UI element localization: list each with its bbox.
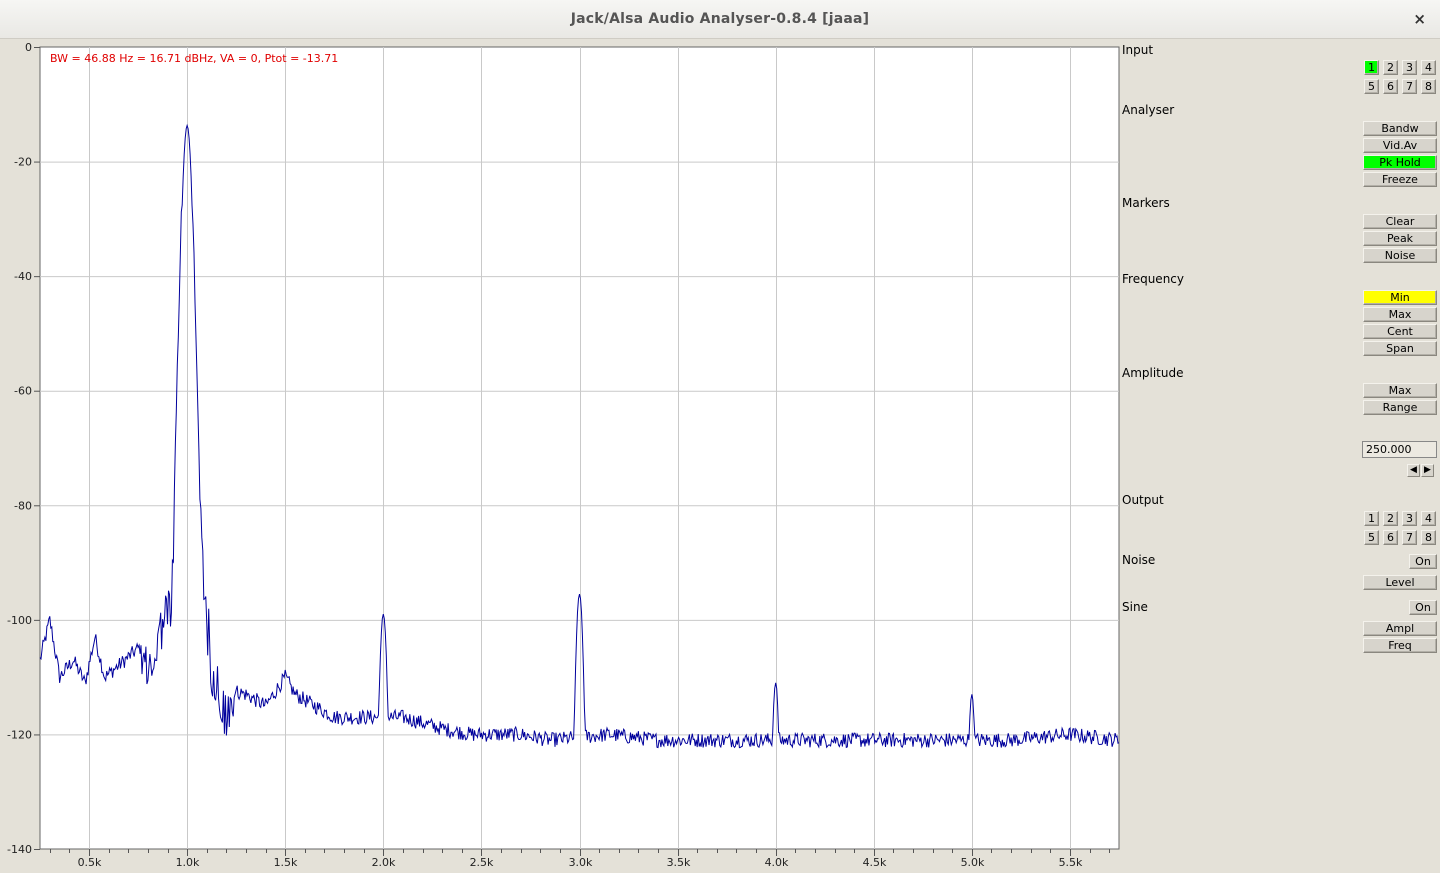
section-frequency: Frequency <box>1122 272 1184 286</box>
y-tick-label: -40 <box>14 270 32 283</box>
input-channel-1-button[interactable]: 1 <box>1364 60 1379 75</box>
x-tick-label: 0.5k <box>78 856 102 869</box>
output-channel-3-button[interactable]: 3 <box>1402 511 1417 526</box>
y-tick-label: 0 <box>25 41 32 54</box>
output-channel-1-button[interactable]: 1 <box>1364 511 1379 526</box>
output-channel-8-button[interactable]: 8 <box>1421 530 1436 545</box>
input-channel-3-button[interactable]: 3 <box>1402 60 1417 75</box>
amp-max-button[interactable]: Max <box>1363 383 1437 398</box>
title-bar: Jack/Alsa Audio Analyser-0.8.4 [jaaa] × <box>0 0 1440 39</box>
x-tick-label: 3.5k <box>667 856 691 869</box>
input-channel-8-button[interactable]: 8 <box>1421 79 1436 94</box>
window-title: Jack/Alsa Audio Analyser-0.8.4 [jaaa] <box>570 11 870 27</box>
plot-area[interactable] <box>39 46 1120 850</box>
y-tick-label: -140 <box>7 843 32 856</box>
amp-range-button[interactable]: Range <box>1363 400 1437 415</box>
value-field[interactable]: 250.000 <box>1362 441 1437 458</box>
sine-ampl-button[interactable]: Ampl <box>1363 621 1437 636</box>
section-output: Output <box>1122 493 1164 507</box>
output-channel-2-button[interactable]: 2 <box>1383 511 1398 526</box>
input-channel-7-button[interactable]: 7 <box>1402 79 1417 94</box>
output-channel-6-button[interactable]: 6 <box>1383 530 1398 545</box>
x-tick-label: 1.0k <box>176 856 200 869</box>
marker-noise-button[interactable]: Noise <box>1363 248 1437 263</box>
arrow-left-icon[interactable]: ◀ <box>1407 464 1420 477</box>
output-channel-5-button[interactable]: 5 <box>1364 530 1379 545</box>
y-axis: 0 -20 -40 -60 -80 -100 -120 -140 <box>7 41 40 856</box>
close-icon[interactable]: × <box>1413 10 1426 28</box>
sine-freq-button[interactable]: Freq <box>1363 638 1437 653</box>
x-axis: 0.5k 1.0k 1.5k 2.0k 2.5k 3.0k 3.5k 4.0k 4.5k 5.0k… <box>50 849 1110 869</box>
y-tick-label: -120 <box>7 728 32 741</box>
input-channel-2-button[interactable]: 2 <box>1383 60 1398 75</box>
section-sine: Sine <box>1122 600 1148 614</box>
output-channel-4-button[interactable]: 4 <box>1421 511 1436 526</box>
y-tick-label: -60 <box>14 385 32 398</box>
x-tick-label: 1.5k <box>274 856 298 869</box>
freq-min-button[interactable]: Min <box>1363 290 1437 305</box>
output-channel-7-button[interactable]: 7 <box>1402 530 1417 545</box>
arrow-right-icon[interactable]: ▶ <box>1421 464 1434 477</box>
spectrum-plot[interactable]: 0 -20 -40 -60 -80 -100 -120 -140 0.5k 1.0k 1.5k 2.… <box>0 39 1120 873</box>
section-input: Input <box>1122 43 1154 57</box>
freq-max-button[interactable]: Max <box>1363 307 1437 322</box>
section-noise: Noise <box>1122 553 1156 567</box>
noise-on-button[interactable]: On <box>1409 554 1437 569</box>
input-channel-4-button[interactable]: 4 <box>1421 60 1436 75</box>
marker-clear-button[interactable]: Clear <box>1363 214 1437 229</box>
section-amplitude: Amplitude <box>1122 366 1184 380</box>
freq-cent-button[interactable]: Cent <box>1363 324 1437 339</box>
section-markers: Markers <box>1122 196 1170 210</box>
x-tick-label: 2.5k <box>470 856 494 869</box>
status-line: BW = 46.88 Hz = 16.71 dBHz, VA = 0, Ptot… <box>50 52 339 65</box>
pk-hold-button[interactable]: Pk Hold <box>1363 155 1437 170</box>
input-channel-6-button[interactable]: 6 <box>1383 79 1398 94</box>
vid-av-button[interactable]: Vid.Av <box>1363 138 1437 153</box>
x-tick-label: 3.0k <box>569 856 593 869</box>
sine-on-button[interactable]: On <box>1409 600 1437 615</box>
freq-span-button[interactable]: Span <box>1363 341 1437 356</box>
y-tick-label: -80 <box>14 499 32 512</box>
section-analyser: Analyser <box>1122 103 1175 117</box>
x-tick-label: 4.0k <box>765 856 789 869</box>
x-tick-label: 5.0k <box>961 856 985 869</box>
input-channel-5-button[interactable]: 5 <box>1364 79 1379 94</box>
marker-peak-button[interactable]: Peak <box>1363 231 1437 246</box>
noise-level-button[interactable]: Level <box>1363 575 1437 590</box>
y-tick-label: -100 <box>7 614 32 627</box>
x-tick-label: 4.5k <box>863 856 887 869</box>
bandw-button[interactable]: Bandw <box>1363 121 1437 136</box>
x-tick-label: 2.0k <box>372 856 396 869</box>
y-tick-label: -20 <box>14 156 32 169</box>
x-tick-label: 5.5k <box>1059 856 1083 869</box>
freeze-button[interactable]: Freeze <box>1363 172 1437 187</box>
